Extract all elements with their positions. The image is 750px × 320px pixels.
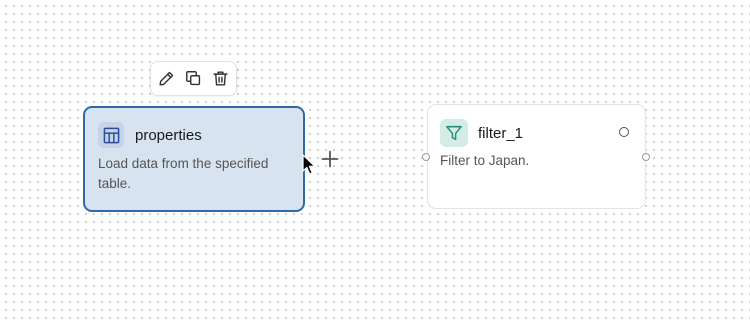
node-title: properties: [135, 126, 202, 144]
edit-button[interactable]: [156, 68, 178, 90]
delete-button[interactable]: [209, 68, 231, 90]
node-properties[interactable]: properties Load data from the specified …: [83, 106, 305, 212]
mouse-cursor-icon: [302, 154, 316, 175]
input-handle[interactable]: [422, 153, 430, 161]
node-toolbar: [150, 61, 237, 96]
copy-icon: [186, 71, 201, 86]
table-icon-badge: [98, 122, 124, 148]
funnel-icon-badge: [440, 119, 468, 147]
pencil-icon: [159, 71, 174, 86]
output-handle[interactable]: [642, 153, 650, 161]
node-header: properties: [98, 122, 202, 148]
node-title: filter_1: [478, 124, 524, 142]
table-icon: [103, 127, 119, 143]
duplicate-button[interactable]: [183, 68, 205, 90]
node-description: Load data from the specified table.: [98, 156, 269, 191]
node-description: Filter to Japan.: [440, 153, 530, 168]
trash-icon: [213, 71, 228, 86]
workflow-canvas[interactable]: properties Load data from the specified …: [0, 0, 750, 320]
node-header: filter_1: [440, 119, 523, 147]
add-node-button[interactable]: [320, 149, 340, 169]
node-status-indicator: [619, 127, 629, 137]
node-filter[interactable]: filter_1 Filter to Japan.: [427, 104, 646, 209]
funnel-icon: [446, 125, 462, 141]
